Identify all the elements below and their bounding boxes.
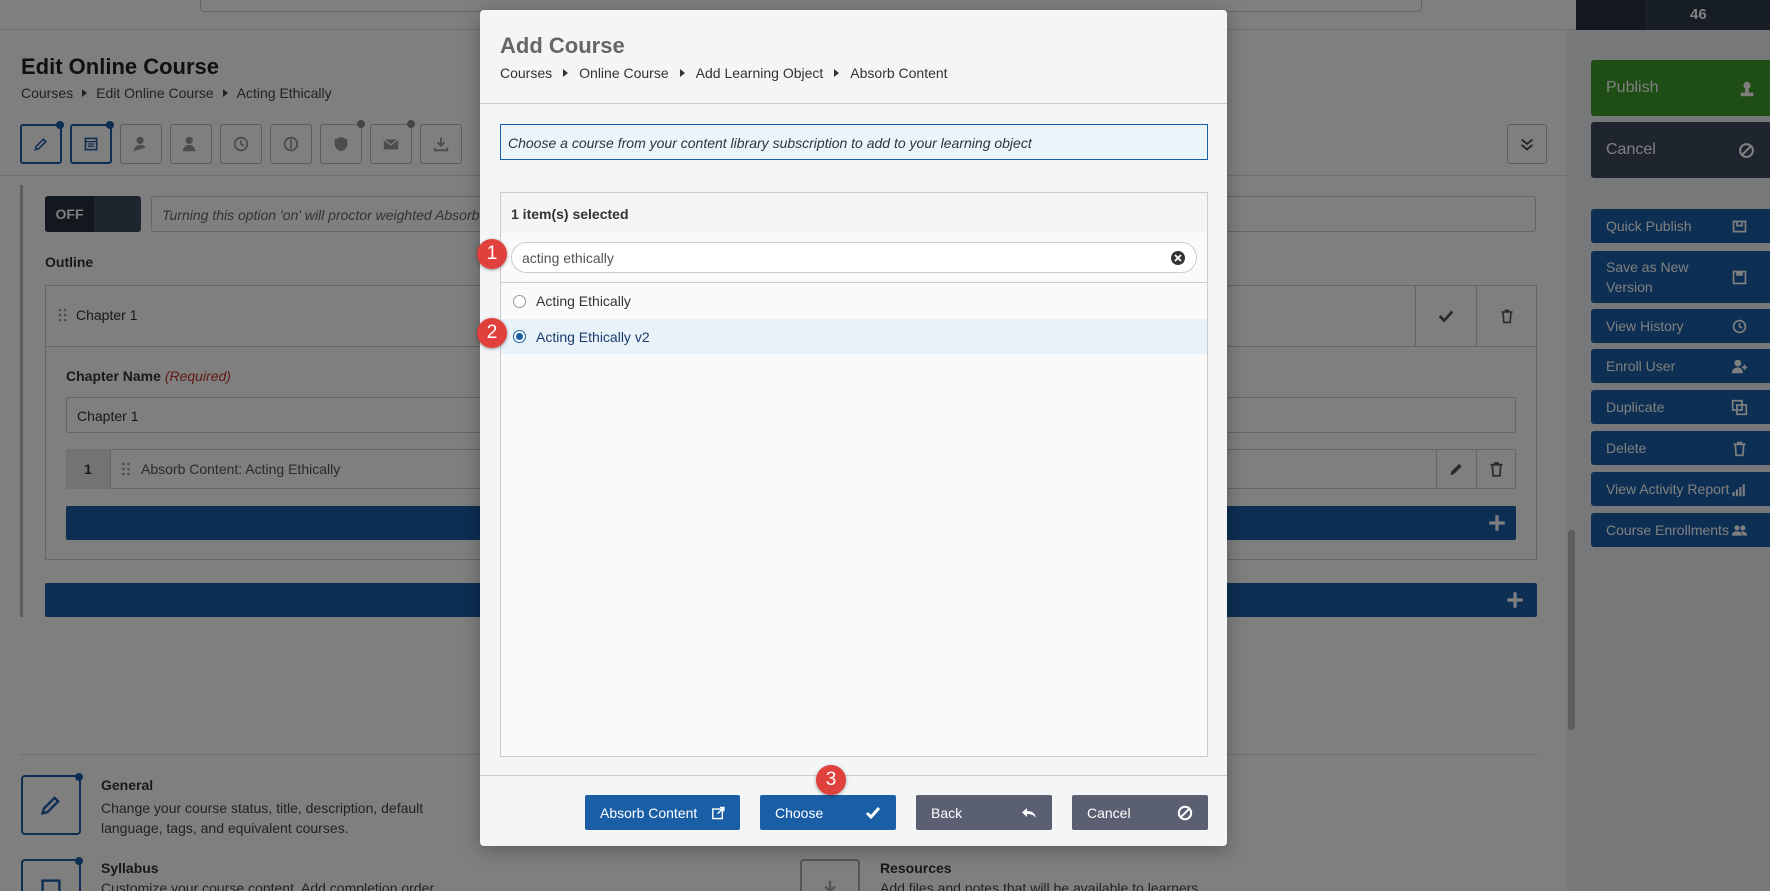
ban-icon <box>1177 805 1193 820</box>
modal-breadcrumb: Courses Online Course Add Learning Objec… <box>500 65 948 81</box>
breadcrumb-item[interactable]: Add Learning Object <box>696 65 824 81</box>
reply-arrow-icon <box>1022 807 1036 818</box>
modal-cancel-button[interactable]: Cancel <box>1072 795 1208 830</box>
clear-search-icon[interactable] <box>1170 250 1186 266</box>
divider <box>480 103 1227 104</box>
course-option-radio[interactable] <box>513 295 526 308</box>
course-option-label[interactable]: Acting Ethically <box>536 293 631 309</box>
breadcrumb-separator-icon <box>834 69 840 77</box>
breadcrumb-separator-icon <box>563 69 569 77</box>
course-option-label[interactable]: Acting Ethically v2 <box>536 329 650 345</box>
selected-count: 1 item(s) selected <box>500 192 1208 234</box>
back-button[interactable]: Back <box>916 795 1052 830</box>
step-marker-2: 2 <box>477 318 507 348</box>
absorb-content-button[interactable]: Absorb Content <box>585 795 740 830</box>
breadcrumb-item[interactable]: Courses <box>500 65 552 81</box>
course-search-input[interactable] <box>511 242 1197 273</box>
breadcrumb-separator-icon <box>679 69 685 77</box>
divider <box>480 775 1227 776</box>
step-marker-1: 1 <box>477 239 507 269</box>
breadcrumb-item[interactable]: Online Course <box>579 65 669 81</box>
checkmark-icon <box>865 806 881 819</box>
choose-button[interactable]: Choose <box>760 795 896 830</box>
breadcrumb-item: Absorb Content <box>850 65 948 81</box>
modal-info-message: Choose a course from your content librar… <box>500 124 1208 160</box>
step-marker-3: 3 <box>816 765 846 795</box>
course-option-radio[interactable] <box>513 330 526 343</box>
external-link-icon <box>712 806 725 819</box>
modal-title: Add Course <box>500 33 625 58</box>
